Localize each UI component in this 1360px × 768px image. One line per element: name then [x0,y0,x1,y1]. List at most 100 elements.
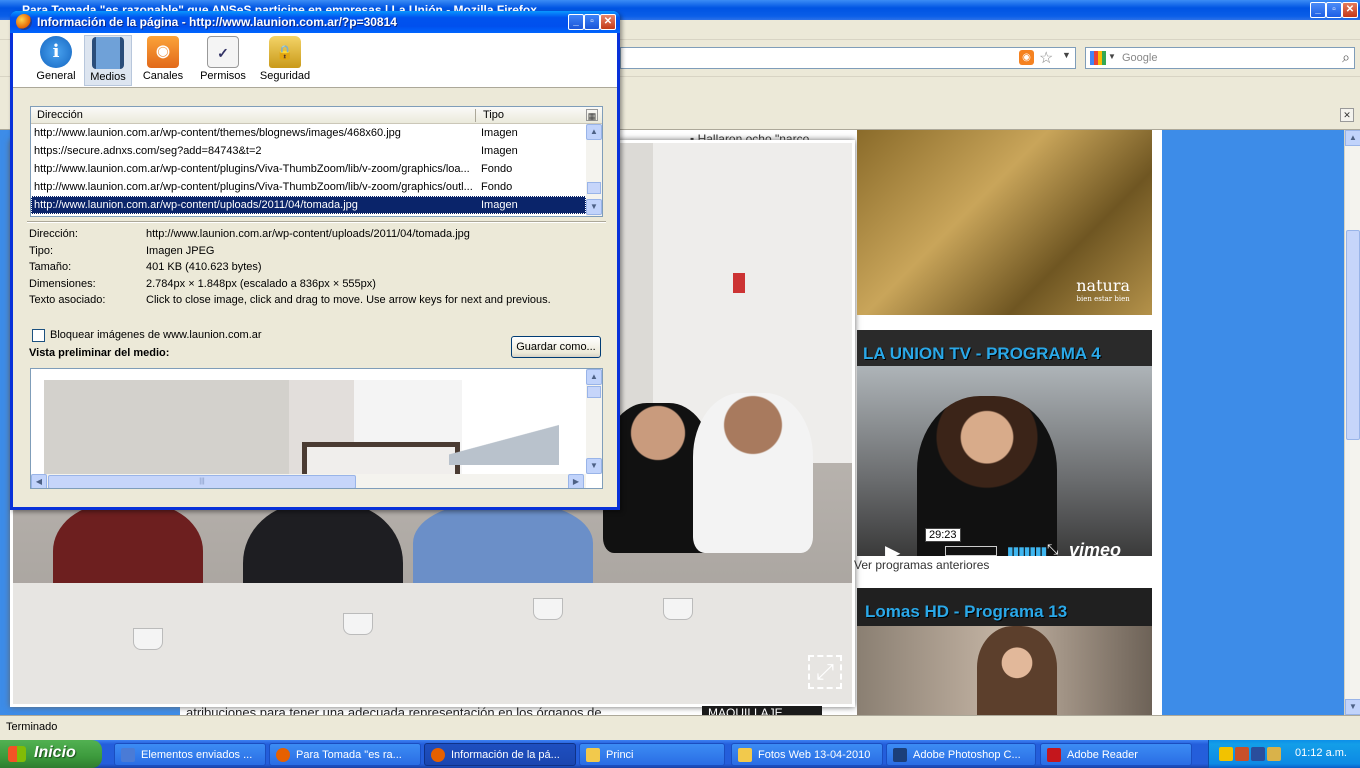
play-icon[interactable]: ▶ [885,540,900,556]
property-value: Imagen JPEG [146,244,215,257]
media-row[interactable]: http://www.launion.com.ar/wp-content/plu… [31,160,586,178]
close-icon[interactable]: ✕ [1342,2,1358,18]
tab-feeds[interactable]: ◉ Canales [137,35,189,86]
scrollbar-thumb[interactable] [587,386,601,398]
tv-program-title: LA UNION TV - PROGRAMA 4 [863,344,1101,363]
block-images-label[interactable]: Bloquear imágenes de www.launion.com.ar [50,329,262,341]
media-url: https://secure.adnxs.com/seg?add=84743&t… [34,145,262,157]
search-box[interactable]: ▼ Google ⌕ [1085,47,1355,69]
dialog-titlebar[interactable]: Información de la página - http://www.la… [10,11,620,33]
photo-sign [733,273,745,293]
tab-permissions[interactable]: ✓ Permisos [195,35,251,86]
preview-horizontal-scrollbar[interactable]: ◀ ||| ▶ [31,474,586,488]
tab-label: Permisos [200,70,246,82]
video-controls: ▶ 29:23 ▮▮▮▮▮▮▮ ⤡ vimeo [867,528,1147,556]
property-row: Tipo: Imagen JPEG [29,245,609,262]
chevron-down-icon[interactable]: ▼ [1108,52,1116,61]
block-images-checkbox[interactable] [32,329,45,342]
scroll-left-icon[interactable]: ◀ [31,474,47,488]
scrollbar-thumb[interactable]: ||| [48,475,356,488]
lomas-hd-player[interactable]: Lomas HD - Programa 13 [857,588,1152,715]
url-bar[interactable] [620,47,1076,69]
scroll-up-icon[interactable]: ▲ [586,369,602,385]
list-scrollbar[interactable]: ▲ ▼ [586,124,602,216]
scroll-right-icon[interactable]: ▶ [568,474,584,488]
taskbar-item-page-info[interactable]: Información de la pá... [424,743,576,766]
taskbar-item-firefox[interactable]: Para Tomada "es ra... [269,743,421,766]
video-frame[interactable]: ▶ 29:23 ▮▮▮▮▮▮▮ ⤡ vimeo [857,366,1152,556]
minimize-icon[interactable]: _ [1310,2,1326,18]
column-picker-icon[interactable]: ▦ [586,109,598,121]
scroll-down-icon[interactable]: ▼ [586,199,602,215]
rss-icon[interactable]: ◉ [1019,50,1034,65]
property-row: Dimensiones: 2.784px × 1.848px (escalado… [29,278,609,295]
tab-general[interactable]: i General [31,35,81,86]
taskbar-item-photos-folder[interactable]: Fotos Web 13-04-2010 [731,743,883,766]
column-type[interactable]: Tipo [483,109,504,121]
save-as-button[interactable]: Guardar como... [511,336,601,358]
chevron-down-icon[interactable]: ▼ [1062,50,1071,60]
dialog-toolbar: i General Medios ◉ Canales ✓ Permisos 🔒 … [13,33,617,88]
status-text: Terminado [6,721,58,733]
ad-banner[interactable]: MAQUILLAJE [702,706,822,715]
scroll-up-icon[interactable]: ▲ [1345,130,1360,146]
media-row[interactable]: https://secure.adnxs.com/seg?add=84743&t… [31,142,586,160]
network-icon[interactable] [1251,747,1265,761]
close-icon[interactable]: ✕ [600,14,616,30]
scrollbar-thumb[interactable] [587,182,601,194]
maximize-icon[interactable]: ▫ [1326,2,1342,18]
tab-label: Medios [90,71,126,83]
preview-vertical-scrollbar[interactable]: ▲ ▼ [586,369,602,474]
pdf-icon [1047,748,1061,762]
lock-icon: 🔒 [269,36,301,68]
google-icon[interactable] [1090,51,1106,65]
preview-picture-frame [302,442,460,475]
page-scrollbar[interactable]: ▲ ▼ [1344,130,1360,715]
taskbar-item-photoshop[interactable]: Adobe Photoshop C... [886,743,1036,766]
natura-logo-text: natura [1076,276,1130,295]
column-divider[interactable] [475,109,476,122]
start-button[interactable]: Inicio [0,740,102,768]
bookmark-star-icon[interactable]: ☆ [1039,48,1053,68]
video-progress-bar[interactable] [945,546,997,556]
natura-tagline: bien estar bien [1076,295,1130,303]
property-row: Tamaño: 401 KB (410.623 bytes) [29,261,609,278]
fullscreen-icon[interactable]: ⤡ [1047,541,1058,556]
taskbar-item-sent-items[interactable]: Elementos enviados ... [114,743,266,766]
shield-icon[interactable] [1219,747,1233,761]
natura-advert[interactable]: natura bien estar bien [857,130,1152,315]
volume-icon[interactable]: ▮▮▮▮▮▮▮ [1007,544,1047,556]
la-union-tv-player[interactable]: ▶ 29:23 ▮▮▮▮▮▮▮ ⤡ vimeo LA UNION TV - PR… [857,330,1152,556]
expand-icon[interactable]: ⤢ [808,655,842,689]
media-url: http://www.launion.com.ar/wp-content/plu… [34,181,473,193]
maximize-icon[interactable]: ▫ [584,14,600,30]
media-row[interactable]: http://www.launion.com.ar/wp-content/the… [31,124,586,142]
tray-app-icon[interactable] [1235,747,1249,761]
task-label: Información de la pá... [451,749,560,761]
media-preview[interactable]: ▲ ▼ ◀ ||| ▶ [30,368,603,489]
media-list[interactable]: Dirección Tipo ▦ http://www.launion.com.… [30,106,603,217]
media-url: http://www.launion.com.ar/wp-content/the… [34,127,401,139]
column-address[interactable]: Dirección [37,109,83,121]
scroll-down-icon[interactable]: ▼ [586,458,602,474]
windows-logo-icon [8,746,26,762]
scroll-down-icon[interactable]: ▼ [1345,699,1360,715]
task-label: Adobe Reader [1067,749,1138,761]
media-row[interactable]: http://www.launion.com.ar/wp-content/plu… [31,178,586,196]
scrollbar-thumb[interactable] [1346,230,1360,440]
previous-programs-link[interactable]: Ver programas anteriores [854,558,989,572]
search-input[interactable]: Google [1122,52,1157,64]
scroll-up-icon[interactable]: ▲ [586,124,602,140]
minimize-icon[interactable]: _ [568,14,584,30]
tab-media[interactable]: Medios [84,35,132,86]
vimeo-logo[interactable]: vimeo [1069,540,1121,556]
tray-app-icon[interactable] [1267,747,1281,761]
media-row-selected[interactable]: http://www.launion.com.ar/wp-content/upl… [31,196,586,214]
search-icon[interactable]: ⌕ [1342,49,1350,66]
close-tab-icon[interactable]: ✕ [1340,108,1354,122]
taskbar-item-folder[interactable]: Princi [579,743,725,766]
taskbar-item-adobe-reader[interactable]: Adobe Reader [1040,743,1192,766]
clock: 01:12 a.m. [1295,747,1347,759]
video-frame[interactable] [857,626,1152,715]
tab-security[interactable]: 🔒 Seguridad [257,35,313,86]
